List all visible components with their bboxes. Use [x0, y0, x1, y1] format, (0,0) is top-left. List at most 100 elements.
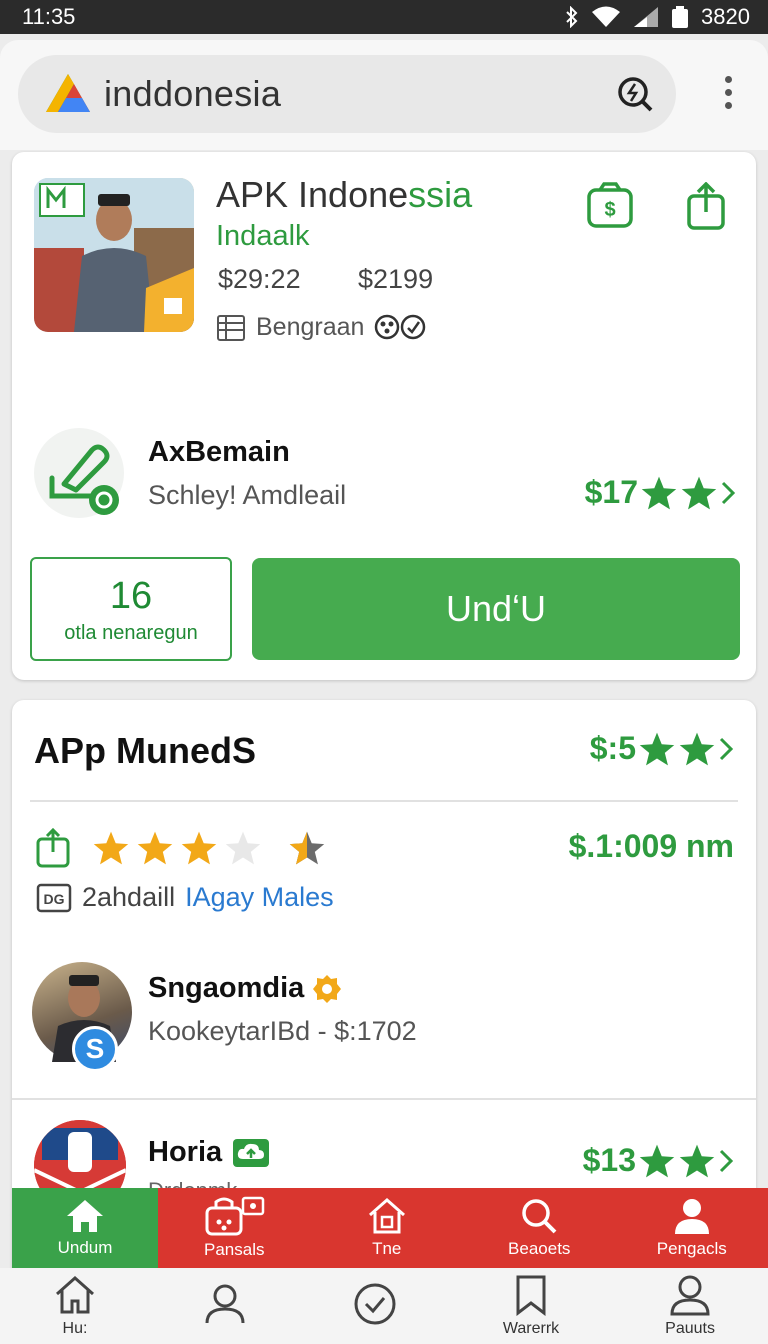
rating-row [36, 828, 326, 868]
tab-label: Tne [372, 1239, 402, 1258]
verified-badge-icon [313, 974, 342, 1003]
system-navigation: Hu: Warerrk Pauuts [0, 1268, 768, 1344]
tab-label: Pansals [204, 1240, 265, 1259]
developer-avatar[interactable] [34, 428, 124, 518]
install-button[interactable]: UndʻU [252, 558, 740, 660]
svg-text:DG: DG [44, 891, 65, 907]
publisher-name: Sngaomdia [148, 972, 305, 1004]
nav-label: Warerrk [502, 1320, 560, 1337]
person-outline-icon [205, 1284, 245, 1324]
signal-icon [634, 7, 659, 27]
horia-price: $13 [582, 1142, 636, 1178]
price-secondary: $2199 [358, 264, 434, 294]
nav-label: Pauuts [665, 1320, 715, 1337]
price-primary: $29:22 [218, 264, 301, 294]
search-icon [522, 1199, 557, 1234]
brand-logo-icon [46, 74, 90, 112]
developer-price: $17 [584, 474, 638, 510]
calendar-icon [217, 315, 245, 341]
status-icons: 3820 [565, 4, 750, 30]
star-icon [679, 732, 715, 765]
star-icon [137, 831, 173, 865]
category-label: Bengraan [256, 312, 365, 341]
tab-label: Pengacls [656, 1239, 727, 1258]
clock: 11:35 [22, 4, 76, 29]
check-circle-icon [354, 1283, 396, 1325]
counter-box[interactable]: 16 otla nenaregun [30, 557, 232, 661]
bluetooth-icon [566, 6, 578, 28]
more-menu-icon[interactable] [725, 76, 732, 109]
battery-level: 3820 [701, 4, 750, 29]
star-icon [639, 732, 675, 765]
tab-undum[interactable]: Undum [12, 1188, 158, 1268]
person-icon [674, 1199, 709, 1234]
home-outline-icon [55, 1275, 94, 1314]
rating-price: $.1:009 nm [568, 828, 734, 864]
tab-beaoets[interactable]: Beaoets [463, 1188, 616, 1268]
publisher-name-row: Sngaomdia [148, 972, 342, 1005]
app-subtitle: Indaalk [216, 220, 310, 252]
document-icon: DG [36, 883, 72, 912]
star-icon [181, 831, 217, 865]
nav-profile[interactable] [203, 1283, 247, 1329]
share-bag-icon[interactable] [686, 182, 726, 230]
counter-value: 16 [109, 575, 153, 617]
tab-pengacls[interactable]: Pengacls [616, 1188, 768, 1268]
brand-name: inddonesia [104, 73, 282, 114]
star-icon [679, 1144, 715, 1177]
star-icon [681, 476, 717, 509]
section-divider [30, 800, 738, 802]
tab-pansals[interactable]: Pansals [158, 1188, 311, 1268]
chevron-right-icon [719, 737, 734, 760]
house-icon [368, 1197, 405, 1234]
section-price-link[interactable]: $:5 [590, 730, 734, 767]
star-empty-icon [225, 831, 261, 865]
developer-name: AxBemain [148, 436, 290, 468]
developer-price-link[interactable]: $17 [585, 474, 736, 511]
nav-label: Hu: [62, 1320, 88, 1337]
tab-tne[interactable]: Tne [311, 1188, 464, 1268]
tag-link[interactable]: IAgay Males [185, 882, 334, 913]
publisher-subtitle: KookeytarIBd - $:1702 [148, 1016, 417, 1046]
nav-bookmarks[interactable]: Warerrk [503, 1274, 559, 1338]
bookmark-icon [516, 1275, 546, 1316]
star-icon [639, 1144, 675, 1177]
chevron-right-icon [719, 1149, 734, 1172]
nav-home[interactable]: Hu: [53, 1274, 97, 1338]
lens-search-icon[interactable] [616, 75, 654, 113]
bottom-tab-bar: Undum Pansals Tne Beaoets Pengacls [12, 1188, 768, 1268]
reel-icon [375, 314, 426, 340]
nav-done[interactable] [353, 1283, 397, 1329]
top-bar: inddonesia [0, 40, 768, 150]
tag-text: 2ahdaill [82, 882, 176, 912]
list-divider [12, 1098, 756, 1100]
card-actions: $ [586, 182, 726, 230]
account-icon [670, 1275, 710, 1316]
horia-price-link[interactable]: $13 [583, 1142, 734, 1179]
section-title: APp MunedS [34, 730, 256, 771]
wallet-icon[interactable]: $ [586, 182, 634, 230]
bag-icon [205, 1196, 265, 1236]
app-thumbnail[interactable] [34, 178, 194, 332]
tab-label: Undum [57, 1238, 113, 1257]
developer-subtitle: Schley! Amdleail [148, 480, 347, 510]
nav-account[interactable]: Pauuts [665, 1274, 715, 1338]
battery-icon [672, 6, 689, 28]
chevron-right-icon [721, 481, 736, 504]
section-price: $:5 [589, 730, 636, 766]
cloud-upload-icon [233, 1138, 270, 1167]
counter-label: otla nenaregun [64, 622, 198, 644]
star-icon [641, 476, 677, 509]
tab-label: Beaoets [508, 1239, 571, 1258]
app-detail-card: APK Indonessia Indaalk $29:22 $2199 Beng… [12, 152, 756, 680]
status-bar: 11:35 3820 [0, 0, 768, 34]
app-title: APK Indonessia [216, 174, 473, 215]
search-bar[interactable]: inddonesia [18, 55, 676, 133]
share-bag-icon[interactable] [36, 828, 70, 868]
horia-name: Horia [148, 1136, 223, 1168]
star-half-icon [289, 831, 325, 865]
tag-row: DG 2ahdaill IAgay Males [36, 882, 334, 913]
publisher-badge: S [72, 1026, 118, 1072]
horia-name-row: Horia [148, 1136, 270, 1169]
svg-text:$: $ [604, 199, 615, 221]
